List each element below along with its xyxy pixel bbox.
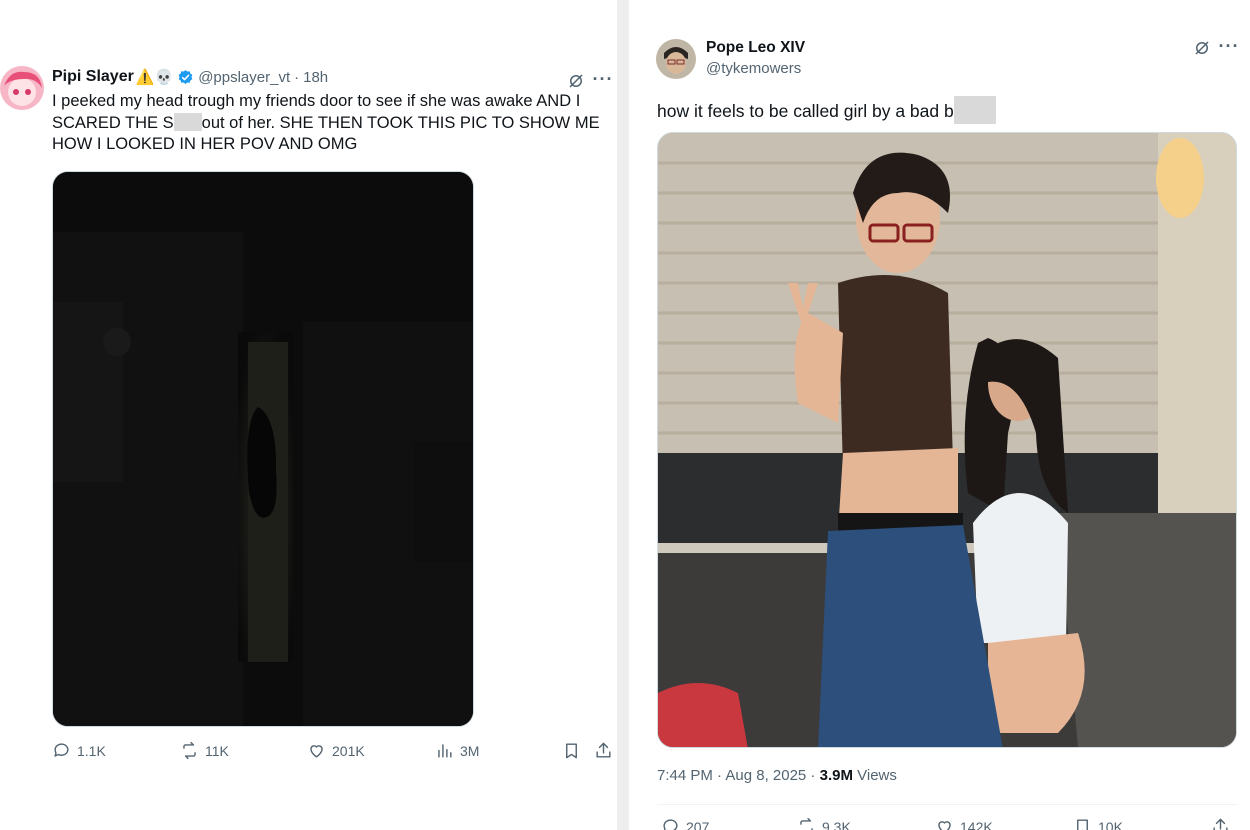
repost-button[interactable]: 9.3K: [797, 817, 851, 830]
right-tweet: Pope Leo XIV @tykemowers ··· how it feel…: [629, 0, 1250, 830]
avatar[interactable]: [656, 39, 696, 79]
tweet-text: I peeked my head trough my friends door …: [52, 92, 600, 153]
avatar[interactable]: [0, 66, 44, 110]
repost-icon: [800, 817, 813, 830]
reply-count: 1.1K: [77, 742, 106, 759]
heart-icon: [310, 745, 323, 758]
time-ago[interactable]: 18h: [303, 69, 328, 86]
display-name[interactable]: Pipi Slayer: [52, 68, 134, 86]
tweet-photo[interactable]: [657, 132, 1237, 748]
repost-count: 11K: [205, 742, 229, 759]
bookmark-icon: [1077, 819, 1088, 830]
repost-count: 9.3K: [822, 818, 851, 830]
more-options-icon[interactable]: ···: [592, 68, 614, 90]
view-count: 3M: [460, 742, 480, 759]
bookmark-button[interactable]: [562, 741, 581, 760]
censor-block: [953, 96, 996, 124]
handle[interactable]: @ppslayer_vt: [198, 69, 290, 86]
share-icon: [1213, 818, 1228, 830]
reply-icon: [663, 819, 678, 830]
tweet-photo[interactable]: [52, 171, 474, 727]
views-count: 3.9M: [819, 767, 853, 784]
like-button[interactable]: 142K: [935, 817, 993, 830]
reply-button[interactable]: 1.1K: [52, 741, 106, 760]
like-count: 201K: [332, 742, 365, 759]
reply-count: 207: [686, 818, 710, 830]
handle[interactable]: @tykemowers: [706, 60, 801, 77]
display-name[interactable]: Pope Leo XIV: [706, 39, 805, 57]
share-button[interactable]: [594, 741, 613, 760]
left-tweet: Pipi Slayer ⚠️💀 @ppslayer_vt · 18h ··· I…: [0, 0, 617, 830]
separator: ·: [294, 68, 300, 86]
repost-icon: [183, 741, 196, 760]
share-icon: [596, 742, 611, 758]
more-options-icon[interactable]: ···: [1218, 35, 1240, 57]
share-button[interactable]: [1211, 817, 1230, 830]
like-count: 142K: [960, 818, 993, 830]
views-button[interactable]: 3M: [435, 741, 479, 760]
separator-line: [657, 804, 1237, 805]
repost-button[interactable]: 11K: [180, 741, 229, 760]
like-button[interactable]: 201K: [307, 741, 365, 760]
heart-icon: [938, 821, 951, 830]
verified-badge-icon: [177, 69, 194, 86]
name-emoji: ⚠️💀: [135, 69, 174, 86]
panel-divider: [617, 0, 629, 830]
tweet-meta: 7:44 PM · Aug 8, 2025 · 3.9M Views: [657, 767, 897, 784]
grok-icon[interactable]: [1191, 37, 1213, 59]
reply-icon: [54, 743, 69, 757]
reply-button[interactable]: 207: [661, 817, 709, 830]
timestamp[interactable]: 7:44 PM · Aug 8, 2025 ·: [657, 767, 820, 784]
views-icon: [438, 744, 452, 758]
grok-icon[interactable]: [565, 70, 587, 92]
bookmark-button[interactable]: 10K: [1073, 817, 1123, 830]
bookmark-count: 10K: [1098, 818, 1123, 830]
censor-block: [173, 112, 202, 131]
tweet-text: how it feels to be called girl by a bad …: [657, 96, 1217, 124]
bookmark-icon: [566, 743, 577, 759]
